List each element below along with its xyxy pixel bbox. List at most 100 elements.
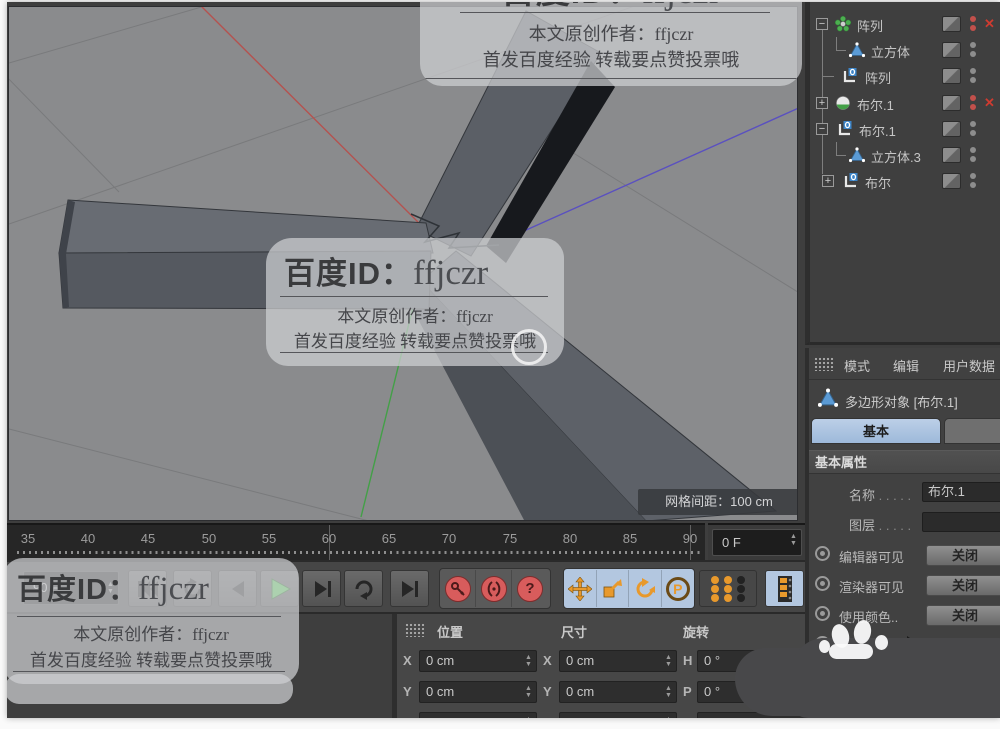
coord-input[interactable]: 0 cm ▲▼	[419, 712, 537, 718]
p-glyph: P	[673, 580, 683, 597]
layer-label: 图层 . . . . .	[849, 515, 911, 534]
coord-header-size: 尺寸	[561, 625, 588, 640]
object-label[interactable]: 立方体	[871, 42, 910, 61]
renderer-visibility-dropdown[interactable]: 关闭	[926, 575, 1000, 596]
name-input[interactable]: 布尔.1	[922, 482, 1000, 502]
disable-x-icon[interactable]: ✕	[984, 16, 995, 32]
tab-coordinates[interactable]	[944, 418, 1000, 444]
coord-value: 0 cm	[426, 653, 455, 668]
layer-swatch[interactable]	[942, 121, 961, 137]
current-frame-value: 0 F	[722, 535, 741, 550]
record-scale-toggle[interactable]	[597, 570, 630, 607]
record-keyframe-button[interactable]	[440, 570, 476, 607]
radio-icon[interactable]	[815, 546, 830, 561]
filmstrip-icon	[777, 575, 792, 602]
spinner-icon[interactable]: ▲▼	[524, 716, 533, 718]
object-row[interactable]: − 阵列 ✕	[809, 11, 1000, 37]
object-row[interactable]: 立方体.3	[809, 142, 1000, 168]
question-icon: ?	[517, 575, 543, 602]
coord-input[interactable]: 0 cm ▲▼	[419, 681, 537, 703]
menu-edit[interactable]: 编辑	[893, 356, 919, 375]
radio-icon[interactable]	[815, 576, 830, 591]
spinner-icon[interactable]: ▲▼	[664, 716, 673, 718]
layer-swatch[interactable]	[942, 173, 961, 189]
watermark-bottom-left: 百度ID：ffjczr 本文原创作者：ffjczr 首发百度经验 转载要点赞投票…	[7, 558, 299, 684]
layer-swatch[interactable]	[942, 42, 961, 58]
watermark-id-value: ffjczr	[138, 571, 209, 607]
leader-dots: . . . . .	[878, 518, 912, 533]
spinner-icon[interactable]: ▲▼	[664, 685, 673, 699]
coord-value: 0 cm	[426, 715, 454, 718]
attribute-menu-bar: 模式 编辑 用户数据	[809, 348, 1000, 380]
object-row[interactable]: + 布尔.1 ✕	[809, 90, 1000, 116]
layer-swatch[interactable]	[942, 16, 961, 32]
annotation-circle	[511, 329, 547, 365]
current-frame-area: 0 F ▲ ▼	[708, 523, 805, 560]
coord-value: 0 °	[704, 715, 720, 718]
axis-label: P	[683, 684, 692, 699]
next-frame-button[interactable]	[302, 570, 341, 607]
expander-minus-icon[interactable]: −	[816, 18, 828, 30]
spinner-icon[interactable]: ▲▼	[524, 654, 533, 668]
use-color-dropdown[interactable]: 关闭	[926, 605, 1000, 626]
autokey-button[interactable]	[476, 570, 512, 607]
object-label[interactable]: 立方体.3	[871, 147, 921, 166]
layer-input[interactable]	[922, 512, 1000, 532]
menu-user-data[interactable]: 用户数据	[943, 356, 995, 375]
ruler-tick: 85	[622, 531, 638, 546]
spinner-icon[interactable]: ▲▼	[524, 685, 533, 699]
polygon-icon	[849, 147, 865, 163]
ruler-tick: 50	[201, 531, 217, 546]
object-label[interactable]: 阵列	[857, 16, 883, 35]
spinner-icon[interactable]: ▲▼	[664, 654, 673, 668]
tab-basic[interactable]: 基本	[811, 418, 941, 444]
object-label[interactable]: 布尔.1	[859, 121, 896, 140]
polygon-object-icon	[818, 388, 838, 408]
loop-button[interactable]	[344, 570, 383, 607]
record-position-toggle[interactable]	[564, 570, 597, 607]
object-row[interactable]: 立方体	[809, 37, 1000, 63]
timeline-window-button[interactable]	[765, 570, 804, 607]
parameter-icon: P	[665, 576, 690, 601]
coord-input[interactable]: 0 cm ▲▼	[559, 650, 677, 672]
axis-label: Y	[543, 684, 552, 699]
preview-range-marker	[690, 525, 691, 562]
record-parameter-toggle[interactable]: P	[662, 570, 694, 607]
object-label[interactable]: 阵列	[865, 68, 891, 87]
coord-input[interactable]: 0 cm ▲▼	[559, 712, 677, 718]
point-level-animation-button[interactable]	[699, 570, 757, 607]
object-row[interactable]: 阵列	[809, 63, 1000, 89]
timeline-ruler[interactable]: 35 40 45 50 55 60 65 70 75 80 85 90	[7, 523, 705, 562]
object-row[interactable]: − 布尔.1	[809, 116, 1000, 142]
goto-end-button[interactable]	[390, 570, 429, 607]
layer-swatch[interactable]	[942, 68, 961, 84]
expander-minus-icon[interactable]: −	[816, 123, 828, 135]
menu-mode[interactable]: 模式	[844, 356, 870, 375]
coord-input[interactable]: 0 cm ▲▼	[559, 681, 677, 703]
move-icon	[567, 576, 592, 601]
axis-label: H	[683, 653, 693, 668]
keyframe-selection-button[interactable]: ?	[512, 570, 548, 607]
coord-input[interactable]: 0 cm ▲▼	[419, 650, 537, 672]
disable-x-icon[interactable]: ✕	[984, 95, 995, 111]
scale-icon	[603, 578, 623, 597]
editor-visibility-dropdown[interactable]: 关闭	[926, 545, 1000, 566]
watermark-slogan: 首发百度经验 转载要点赞投票哦	[29, 651, 273, 670]
record-rotation-toggle[interactable]	[629, 570, 662, 607]
object-row[interactable]: + 布尔	[809, 168, 1000, 194]
expander-plus-icon[interactable]: +	[822, 175, 834, 187]
panel-handle-icon[interactable]	[814, 357, 834, 371]
spinner-icon[interactable]: ▲▼	[789, 533, 798, 547]
expander-plus-icon[interactable]: +	[816, 97, 828, 109]
current-frame-input[interactable]: 0 F ▲ ▼	[712, 529, 802, 556]
object-label[interactable]: 布尔	[865, 173, 891, 192]
object-label[interactable]: 布尔.1	[857, 95, 894, 114]
panel-handle-icon[interactable]	[405, 623, 425, 637]
layer-swatch[interactable]	[942, 95, 961, 111]
coord-header-rotation: 旋转	[683, 625, 710, 640]
object-title: 多边形对象 [布尔.1]	[845, 395, 958, 410]
ruler-tick: 55	[261, 531, 277, 546]
ruler-tick-dots	[17, 551, 702, 554]
layer-swatch[interactable]	[942, 147, 961, 163]
radio-icon[interactable]	[815, 606, 830, 621]
